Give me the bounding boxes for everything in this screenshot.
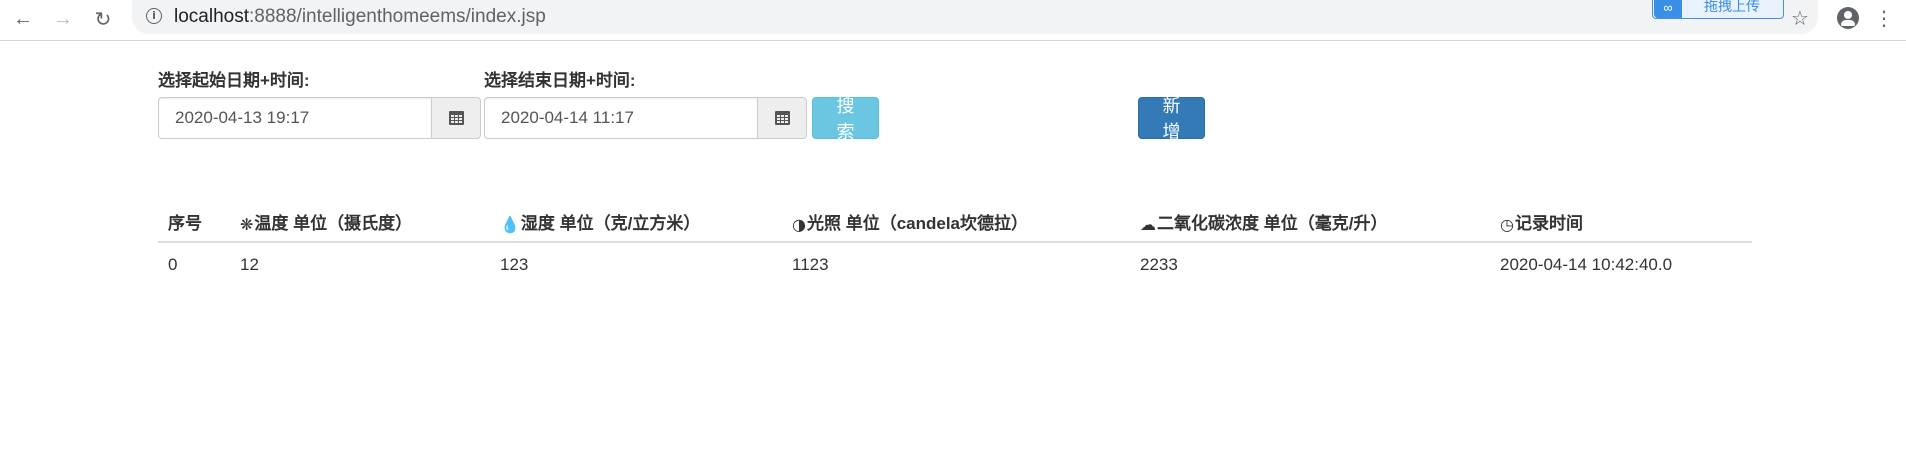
account-button[interactable] bbox=[1834, 4, 1862, 32]
menu-button[interactable]: ⋮ bbox=[1870, 4, 1898, 32]
table-header-row: 序号 ❋温度 单位（摄氏度） 💧湿度 单位（克/立方米） ◑光照 单位（cand… bbox=[158, 201, 1752, 243]
start-datetime-label: 选择起始日期+时间: bbox=[158, 71, 310, 90]
url-path: :8888/intelligenthomeems/index.jsp bbox=[249, 6, 546, 27]
calendar-icon bbox=[774, 111, 790, 125]
end-datetime-label: 选择结束日期+时间: bbox=[484, 71, 636, 90]
extension-logo-icon: ∞ bbox=[1654, 0, 1682, 18]
add-button[interactable]: 新增 bbox=[1138, 96, 1205, 142]
reload-icon: ↻ bbox=[94, 8, 112, 31]
column-header-record-time: ◷记录时间 bbox=[1490, 201, 1752, 243]
url-host: localhost bbox=[174, 6, 249, 27]
records-table: 序号 ❋温度 单位（摄氏度） 💧湿度 单位（克/立方米） ◑光照 单位（cand… bbox=[158, 201, 1752, 288]
start-calendar-button[interactable] bbox=[432, 97, 481, 139]
kebab-menu-icon: ⋮ bbox=[1874, 7, 1894, 30]
address-bar[interactable]: i localhost:8888/intelligenthomeems/inde… bbox=[132, 0, 1818, 34]
cell-humidity: 123 bbox=[500, 255, 529, 274]
calendar-icon bbox=[448, 111, 464, 125]
tint-icon: 💧 bbox=[500, 214, 520, 234]
star-button[interactable]: ☆ bbox=[1786, 4, 1814, 32]
search-button[interactable]: 搜索 bbox=[812, 96, 879, 142]
cell-light: 1123 bbox=[792, 255, 829, 274]
extension-label: 拖拽上传 bbox=[1704, 0, 1760, 14]
cloud-icon: ☁ bbox=[1140, 214, 1156, 234]
cell-co2: 2233 bbox=[1140, 255, 1178, 274]
column-header-light: ◑光照 单位（candela坎德拉） bbox=[782, 201, 1130, 243]
column-header-humidity: 💧湿度 单位（克/立方米） bbox=[490, 201, 782, 243]
table-row: 0 12 123 1123 2233 2020-04-14 10:42:40.0 bbox=[158, 242, 1752, 288]
cell-record-time: 2020-04-14 10:42:40.0 bbox=[1500, 255, 1673, 274]
start-datetime-group bbox=[158, 97, 481, 139]
account-icon bbox=[1837, 7, 1859, 29]
column-header-index: 序号 bbox=[158, 201, 230, 243]
column-header-co2: ☁二氧化碳浓度 单位（毫克/升） bbox=[1130, 201, 1490, 243]
asterisk-icon: ❋ bbox=[240, 214, 254, 234]
end-datetime-input[interactable] bbox=[484, 97, 758, 139]
end-datetime-group bbox=[484, 97, 807, 139]
browser-toolbar: ← → ↻ i localhost:8888/intelligenthomeem… bbox=[0, 0, 1906, 41]
adjust-icon: ◑ bbox=[792, 214, 806, 234]
arrow-right-icon: → bbox=[53, 7, 73, 30]
arrow-left-icon: ← bbox=[13, 7, 33, 30]
end-calendar-button[interactable] bbox=[758, 97, 807, 139]
reload-button[interactable]: ↻ bbox=[88, 4, 118, 34]
url-text[interactable]: localhost:8888/intelligenthomeems/index.… bbox=[174, 6, 546, 28]
dashboard-icon: ◷ bbox=[1500, 214, 1514, 234]
star-icon: ☆ bbox=[1791, 7, 1809, 30]
forward-button[interactable]: → bbox=[48, 4, 78, 34]
column-header-temperature: ❋温度 单位（摄氏度） bbox=[230, 201, 490, 243]
cell-index: 0 bbox=[168, 255, 178, 274]
start-datetime-input[interactable] bbox=[158, 97, 432, 139]
info-icon[interactable]: i bbox=[146, 8, 162, 24]
back-button[interactable]: ← bbox=[8, 4, 38, 34]
cell-temperature: 12 bbox=[240, 255, 259, 274]
